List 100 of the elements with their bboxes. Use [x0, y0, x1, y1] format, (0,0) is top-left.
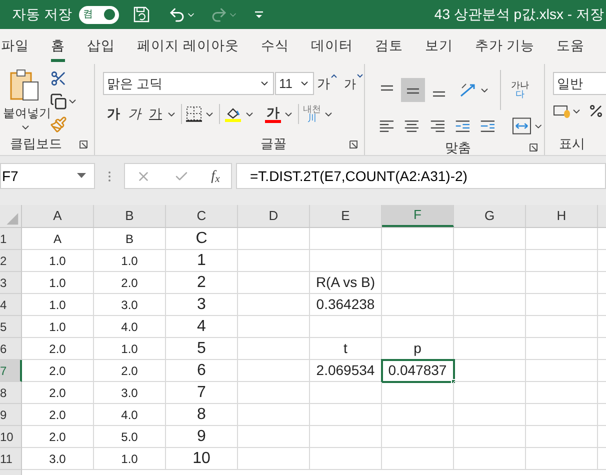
- table-cell: 6: [166, 360, 238, 382]
- undo-icon[interactable]: [168, 6, 186, 24]
- bold-button[interactable]: 가: [103, 104, 124, 124]
- wrap-text-button[interactable]: 가나 다: [511, 81, 529, 99]
- table-cell: 2: [166, 272, 238, 294]
- row-header[interactable]: 4: [0, 294, 22, 316]
- table-cell: [310, 404, 382, 426]
- table-cell: 1.0: [94, 448, 166, 470]
- ribbon-tab[interactable]: 추가 기능: [474, 36, 535, 62]
- row-header[interactable]: 5: [0, 316, 22, 338]
- row-header[interactable]: 6: [0, 338, 22, 360]
- dialog-launcher-icon[interactable]: [79, 140, 88, 148]
- table-cell: [310, 426, 382, 448]
- percent-icon[interactable]: [588, 103, 604, 119]
- ribbon-tab[interactable]: 데이터: [310, 36, 353, 62]
- ribbon-tab[interactable]: 삽입: [87, 36, 115, 62]
- column-header[interactable]: G: [454, 205, 526, 227]
- insert-function-button[interactable]: f$_{x}$: [211, 166, 220, 186]
- row-header[interactable]: 3: [0, 272, 22, 294]
- table-cell: t: [310, 338, 382, 360]
- customize-icon[interactable]: [254, 10, 264, 20]
- ribbon-tab[interactable]: 도움: [556, 36, 585, 62]
- table-cell: C: [166, 228, 238, 250]
- table-cell: [310, 228, 382, 250]
- shrink-font-button[interactable]: 가: [344, 74, 356, 92]
- ribbon-tab[interactable]: 보기: [424, 36, 453, 62]
- column-header[interactable]: F: [382, 205, 454, 227]
- column-header[interactable]: C: [166, 205, 238, 227]
- dialog-launcher-icon[interactable]: [529, 143, 538, 152]
- table-cell: [526, 294, 598, 316]
- table-cell: [238, 360, 310, 382]
- table-cell: 2.0: [22, 426, 94, 448]
- table-cell: p: [382, 338, 454, 360]
- font-size-field[interactable]: 11: [275, 72, 314, 95]
- ribbon-tab[interactable]: 수식: [260, 36, 289, 62]
- ribbon-tab[interactable]: 파일: [1, 36, 29, 62]
- table-cell: 4.0: [94, 404, 166, 426]
- group-label: 표시: [559, 135, 585, 154]
- row-header[interactable]: 7: [0, 360, 22, 382]
- row-header[interactable]: 1: [0, 228, 22, 250]
- table-cell: 0.364238: [310, 294, 382, 316]
- grow-font-button[interactable]: 가: [317, 74, 330, 94]
- ribbon-tab[interactable]: 페이지 레이아웃: [137, 36, 239, 62]
- font-color-button[interactable]: 가: [265, 106, 281, 122]
- font-name-field[interactable]: 맑은 고딕: [103, 72, 274, 95]
- autosave-toggle[interactable]: 켬: [78, 6, 119, 24]
- underline-button[interactable]: 가: [145, 104, 166, 124]
- group-label: 클립보드: [10, 135, 62, 154]
- phonetic-button[interactable]: 내천 川: [303, 105, 321, 123]
- table-cell: [454, 360, 526, 382]
- table-cell: [526, 250, 598, 272]
- column-header[interactable]: D: [238, 205, 310, 227]
- italic-button[interactable]: 가: [124, 104, 145, 124]
- more-icon: [108, 171, 111, 182]
- ribbon-tab[interactable]: 검토: [374, 36, 403, 62]
- paste-icon[interactable]: [9, 68, 41, 102]
- row-header[interactable]: 10: [0, 426, 22, 448]
- row-header[interactable]: 8: [0, 382, 22, 404]
- column-header[interactable]: B: [94, 205, 166, 227]
- table-cell: [382, 404, 454, 426]
- table-cell: [310, 382, 382, 404]
- dialog-launcher-icon[interactable]: [349, 140, 358, 148]
- table-cell: 3.0: [22, 448, 94, 470]
- table-cell: [238, 250, 310, 272]
- group-label: 글꼴: [260, 135, 286, 154]
- dropdown-arrow-icon[interactable]: [77, 173, 86, 179]
- cut-icon[interactable]: [50, 70, 67, 87]
- paste-label[interactable]: 붙여넣기: [3, 104, 51, 122]
- table-cell: [526, 316, 598, 338]
- number-format-field[interactable]: 일반: [553, 72, 606, 95]
- vertical-align-button[interactable]: [401, 78, 425, 102]
- table-cell: 1: [166, 250, 238, 272]
- table-cell: 1.0: [22, 250, 94, 272]
- table-cell: [382, 316, 454, 338]
- table-cell: [238, 404, 310, 426]
- border-icon[interactable]: [186, 106, 202, 122]
- name-box[interactable]: F7: [0, 163, 95, 189]
- table-cell: [382, 426, 454, 448]
- table-cell: [382, 382, 454, 404]
- column-header[interactable]: A: [22, 205, 94, 227]
- table-cell: [310, 448, 382, 470]
- column-header[interactable]: H: [526, 205, 598, 227]
- row-header[interactable]: 2: [0, 250, 22, 272]
- currency-icon[interactable]: [553, 103, 571, 119]
- row-header[interactable]: 9: [0, 404, 22, 426]
- merge-center-icon[interactable]: [512, 117, 532, 135]
- copy-icon[interactable]: [50, 93, 67, 110]
- table-cell: [526, 382, 598, 404]
- table-cell: 1.0: [94, 250, 166, 272]
- row-header[interactable]: 11: [0, 448, 22, 470]
- table-cell: 10: [166, 448, 238, 470]
- table-cell: [238, 316, 310, 338]
- formula-field[interactable]: =T.DIST.2T(E7,COUNT(A2:A31)-2): [236, 163, 606, 189]
- table-cell: [454, 426, 526, 448]
- toggle-knob: [104, 9, 115, 20]
- save-icon[interactable]: [132, 6, 150, 23]
- table-cell: 2.0: [22, 338, 94, 360]
- table-cell: 2.0: [22, 382, 94, 404]
- table-cell: [526, 272, 598, 294]
- fill-handle[interactable]: [451, 379, 456, 384]
